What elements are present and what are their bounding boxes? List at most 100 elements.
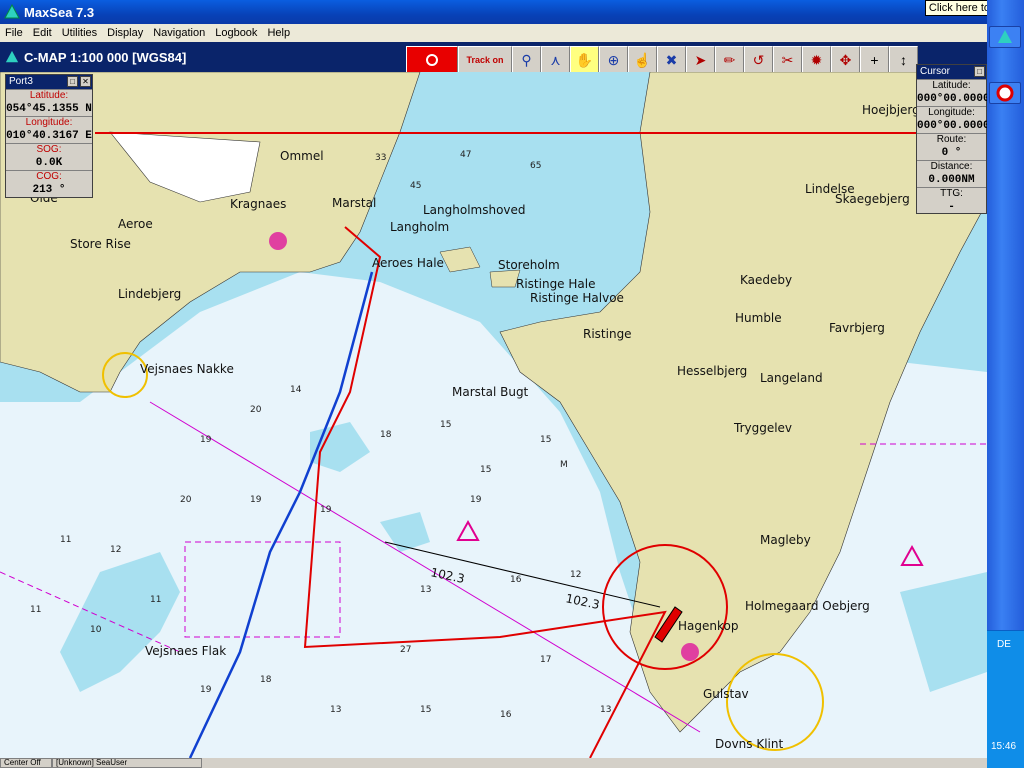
svg-text:17: 17 — [540, 655, 551, 665]
port-panel[interactable]: Port3 □ ✕ Latitude: 054°45.1355 N Longitu… — [5, 74, 93, 198]
label-hagenkop: Hagenkop — [678, 619, 738, 633]
stop-button[interactable] — [406, 46, 458, 74]
cursor-panel-title-text: Cursor — [920, 66, 951, 77]
label-humble: Humble — [735, 311, 782, 325]
cursor-distance-label: Distance: — [930, 161, 973, 172]
chart-canvas[interactable]: 33 47 65 45 14 19 20 15 15 18 15 M 11 12 11 10 11 13 1… — [0, 72, 987, 758]
zoom-button[interactable]: ⚲ — [512, 46, 541, 74]
menu-navigation[interactable]: Navigation — [148, 27, 210, 39]
cursor-latitude-label: Latitude: — [932, 80, 971, 91]
arrows-icon: ↕ — [900, 52, 907, 68]
svg-text:15: 15 — [480, 465, 491, 475]
port-longitude-value: 010°40.3167 E — [6, 130, 92, 142]
cursor-ttg-value: - — [948, 201, 955, 213]
crosshair-icon: ⊕ — [607, 51, 620, 68]
compass-icon: ⋏ — [550, 51, 561, 68]
port-sog-label: SOG: — [36, 144, 62, 155]
menu-help[interactable]: Help — [262, 27, 295, 39]
draw-button[interactable]: ✏ — [715, 46, 744, 74]
port-longitude-label: Longitude: — [25, 117, 73, 128]
port-panel-title: Port3 □ ✕ — [6, 75, 92, 89]
maxsea-task-icon — [998, 30, 1012, 43]
pencil-icon: ✏ — [723, 51, 736, 68]
cursor-panel-title: Cursor □ — [917, 65, 986, 79]
title-bar: MaxSea 7.3 Click here to begin — [0, 0, 1024, 24]
pan-hand-button[interactable]: ✋ — [570, 46, 599, 74]
pointer-icon: ➤ — [694, 51, 707, 68]
lifebuoy-icon — [996, 84, 1014, 102]
windows-taskbar: DE 15:46 — [987, 0, 1024, 768]
cursor-panel[interactable]: Cursor □ Latitude: 000°00.0000 Longitude:… — [916, 64, 990, 214]
language-indicator[interactable]: DE — [997, 639, 1011, 650]
label-langeland: Langeland — [760, 371, 823, 385]
cursor-ttg-label: TTG: — [940, 188, 963, 199]
svg-text:19: 19 — [200, 435, 212, 445]
cursor-minimize-button[interactable]: □ — [974, 66, 985, 77]
chart-icon — [5, 50, 19, 63]
scroll-button[interactable]: ↕ — [889, 46, 918, 74]
nautical-chart[interactable]: 33 47 65 45 14 19 20 15 15 18 15 M 11 12 11 10 11 13 1… — [0, 72, 987, 758]
grab-button[interactable]: ☝ — [628, 46, 657, 74]
cut-button[interactable]: ✂ — [773, 46, 802, 74]
label-langholmshoved: Langholmshoved — [423, 203, 526, 217]
grab-icon: ☝ — [633, 51, 652, 68]
svg-text:11: 11 — [60, 535, 71, 545]
label-skaegebjerg: Skaegebjerg — [835, 192, 910, 206]
chart-title: C-MAP 1:100 000 [WGS84] — [24, 50, 187, 65]
menu-logbook[interactable]: Logbook — [210, 27, 262, 39]
taskbar-app-button[interactable] — [989, 82, 1021, 104]
select-button[interactable]: ➤ — [686, 46, 715, 74]
menu-file[interactable]: File — [0, 27, 28, 39]
label-hesselbjerg: Hesselbjerg — [677, 364, 747, 378]
svg-text:10: 10 — [90, 625, 102, 635]
move-icon: ✥ — [839, 51, 852, 68]
port-close-button[interactable]: ✕ — [80, 76, 91, 87]
svg-text:19: 19 — [320, 505, 332, 515]
clock[interactable]: 15:46 — [991, 741, 1016, 752]
svg-text:16: 16 — [500, 710, 512, 720]
label-marstal-bugt: Marstal Bugt — [452, 385, 529, 399]
status-bar: Center Off [Unknown] SeaUser — [0, 758, 987, 768]
svg-text:19: 19 — [250, 495, 262, 505]
label-ristinge: Ristinge — [583, 327, 632, 341]
compass-button[interactable]: ⋏ — [541, 46, 570, 74]
svg-text:16: 16 — [510, 575, 522, 585]
port-sog-value: 0.0K — [35, 157, 63, 169]
label-ristinge-halvoe: Ristinge Halvoe — [530, 291, 624, 305]
svg-text:19: 19 — [200, 685, 212, 695]
waypoint-button[interactable]: ✹ — [802, 46, 831, 74]
taskbar-maxsea-button[interactable] — [989, 26, 1021, 48]
status-center[interactable]: Center Off — [0, 758, 52, 768]
svg-text:27: 27 — [400, 645, 411, 655]
svg-text:13: 13 — [420, 585, 431, 595]
window-title: MaxSea 7.3 — [24, 4, 95, 20]
measure-button[interactable]: ✖ — [657, 46, 686, 74]
svg-text:65: 65 — [530, 161, 541, 171]
menu-edit[interactable]: Edit — [28, 27, 57, 39]
port-latitude-label: Latitude: — [29, 90, 69, 101]
label-magleby: Magleby — [760, 533, 811, 547]
menu-display[interactable]: Display — [102, 27, 148, 39]
menu-utilities[interactable]: Utilities — [57, 27, 102, 39]
port-minimize-button[interactable]: □ — [67, 76, 78, 87]
maxsea-app-icon — [4, 4, 20, 19]
marina-icon — [269, 232, 287, 250]
hand-icon: ✋ — [575, 51, 594, 68]
center-button[interactable]: ⊕ — [599, 46, 628, 74]
move-button[interactable]: ✥ — [831, 46, 860, 74]
status-user: [Unknown] SeaUser — [52, 758, 202, 768]
track-on-button[interactable]: Track on — [458, 46, 512, 74]
label-kragnaes: Kragnaes — [230, 197, 286, 211]
magnifier-icon: ⚲ — [521, 51, 532, 68]
cursor-longitude-value: 000°00.0000 — [917, 120, 990, 132]
svg-text:11: 11 — [150, 595, 161, 605]
undo-button[interactable]: ↺ — [744, 46, 773, 74]
cursor-route-value: 0 ° — [941, 147, 962, 159]
add-button[interactable]: + — [860, 46, 889, 74]
svg-text:15: 15 — [440, 420, 451, 430]
label-ommel: Ommel — [280, 149, 324, 163]
label-ristinge-hale: Ristinge Hale — [516, 277, 595, 291]
cursor-latitude-value: 000°00.0000 — [917, 93, 990, 105]
cursor-longitude-label: Longitude: — [928, 107, 975, 118]
record-icon — [426, 54, 438, 66]
